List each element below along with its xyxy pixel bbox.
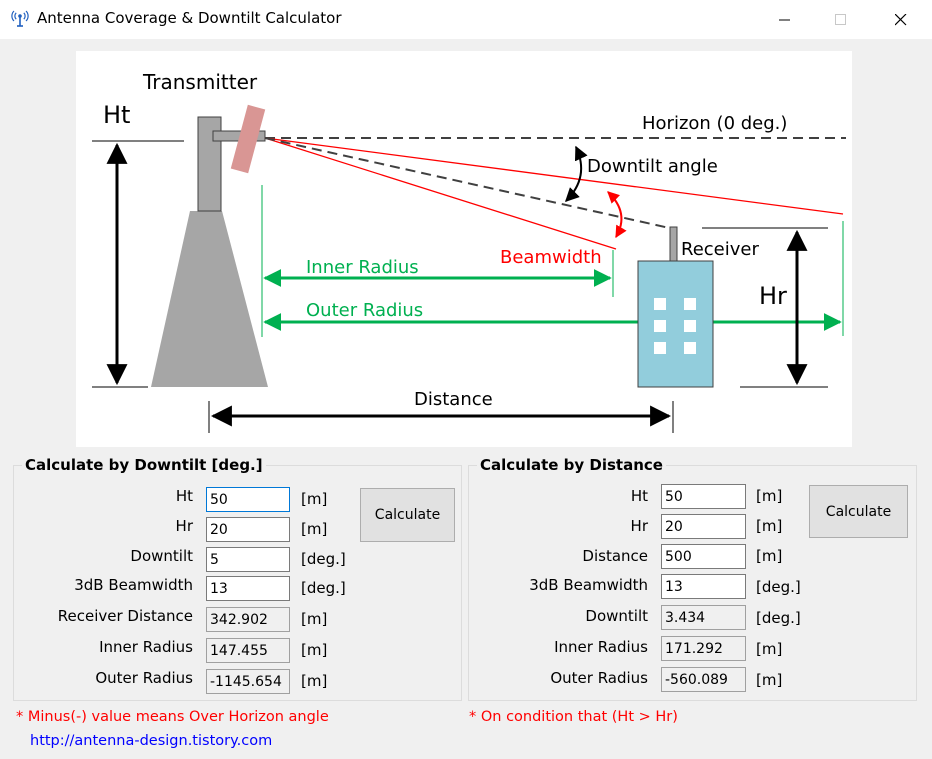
distance-label: Distance xyxy=(582,547,648,565)
maximize-icon xyxy=(835,14,846,25)
hr-unit: [m] xyxy=(756,517,783,535)
downtilt-angle-label: Downtilt angle xyxy=(587,156,718,177)
inner-radius-label: Inner Radius xyxy=(99,638,193,656)
outer-radius-output xyxy=(206,669,290,694)
minimize-button[interactable] xyxy=(762,0,808,39)
receiver-building xyxy=(637,260,714,388)
distance-group-title: Calculate by Distance xyxy=(477,456,666,474)
downtilt-group-title: Calculate by Downtilt [deg.] xyxy=(22,456,266,474)
downtilt-unit: [deg.] xyxy=(756,609,801,627)
downtilt-angle-arc xyxy=(565,145,588,202)
hr-label: Hr xyxy=(175,517,193,535)
title-bar: Antenna Coverage & Downtilt Calculator xyxy=(0,0,932,39)
window-title: Antenna Coverage & Downtilt Calculator xyxy=(37,9,342,27)
ht-label: Ht xyxy=(103,101,130,129)
downtilt-input[interactable] xyxy=(206,547,290,572)
ht-input[interactable] xyxy=(661,484,746,509)
receiver-distance-output xyxy=(206,607,290,632)
hr-label: Hr xyxy=(759,282,787,310)
ht-unit: [m] xyxy=(301,490,328,508)
hr-input[interactable] xyxy=(206,517,290,542)
antenna-icon xyxy=(11,10,29,28)
receiver-antenna xyxy=(669,226,678,262)
ht-input[interactable] xyxy=(206,487,290,512)
beamwidth-label: 3dB Beamwidth xyxy=(529,576,648,594)
receiver-label: Receiver xyxy=(681,239,759,260)
close-button[interactable] xyxy=(878,0,924,39)
ht-label: Ht xyxy=(630,487,648,505)
ht-label: Ht xyxy=(175,487,193,505)
maximize-button[interactable] xyxy=(818,0,864,39)
receiver-distance-label: Receiver Distance xyxy=(57,607,193,625)
beamwidth-unit: [deg.] xyxy=(756,578,801,596)
calculate-distance-button[interactable]: Calculate xyxy=(809,485,908,538)
inner-radius-label: Inner Radius xyxy=(306,257,419,278)
distance-input[interactable] xyxy=(661,544,746,569)
beamwidth-unit: [deg.] xyxy=(301,579,346,597)
downtilt-unit: [deg.] xyxy=(301,550,346,568)
downtilt-label: Downtilt xyxy=(130,547,193,565)
downtilt-label: Downtilt xyxy=(585,607,648,625)
inner-radius-label: Inner Radius xyxy=(554,638,648,656)
inner-radius-output xyxy=(661,636,746,661)
downtilt-output xyxy=(661,605,746,630)
transmitter-label: Transmitter xyxy=(142,70,258,94)
over-horizon-note: * Minus(-) value means Over Horizon angl… xyxy=(16,709,329,725)
outer-radius-unit: [m] xyxy=(301,672,328,690)
outer-radius-unit: [m] xyxy=(756,671,783,689)
outer-radius-output xyxy=(661,667,746,692)
minimize-icon xyxy=(779,19,790,21)
condition-note: * On condition that (Ht > Hr) xyxy=(469,709,678,725)
ht-unit: [m] xyxy=(756,487,783,505)
outer-radius-label: Outer Radius xyxy=(550,669,648,687)
beamwidth-label: Beamwidth xyxy=(500,247,602,268)
distance-group: Calculate by Distance Ht [m] Hr [m] Dist… xyxy=(468,456,917,701)
beamwidth-input[interactable] xyxy=(661,574,746,599)
tower-base xyxy=(151,211,268,387)
inner-radius-unit: [m] xyxy=(301,641,328,659)
beamwidth-label: 3dB Beamwidth xyxy=(74,576,193,594)
hr-unit: [m] xyxy=(301,520,328,538)
hr-input[interactable] xyxy=(661,514,746,539)
horizon-label: Horizon (0 deg.) xyxy=(642,113,787,134)
beamwidth-input[interactable] xyxy=(206,576,290,601)
outer-radius-label: Outer Radius xyxy=(95,669,193,687)
inner-radius-output xyxy=(206,638,290,663)
calculate-downtilt-button[interactable]: Calculate xyxy=(360,488,455,542)
distance-label: Distance xyxy=(414,389,493,410)
hr-label: Hr xyxy=(630,517,648,535)
close-icon xyxy=(895,14,907,26)
website-link[interactable]: http://antenna-design.tistory.com xyxy=(30,733,272,749)
downtilt-group: Calculate by Downtilt [deg.] Ht [m] Hr [… xyxy=(13,456,462,701)
receiver-distance-unit: [m] xyxy=(301,610,328,628)
outer-radius-label: Outer Radius xyxy=(306,300,423,321)
beam-lower-line xyxy=(264,137,617,250)
antenna-diagram: Ht Transmitter Horizon (0 deg.) Downtilt… xyxy=(76,51,852,447)
inner-radius-unit: [m] xyxy=(756,640,783,658)
distance-unit: [m] xyxy=(756,547,783,565)
